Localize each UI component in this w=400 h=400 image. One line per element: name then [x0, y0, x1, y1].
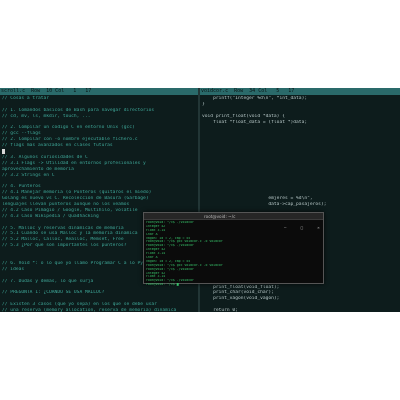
minimize-icon[interactable]: — — [283, 225, 288, 230]
left-status-bar: scroll.c Row 10 Col 1 17 — [0, 88, 198, 95]
terminal-window[interactable]: root@void: ~/c — □ ✕ root@void: ~/c$ ./v… — [143, 212, 324, 287]
text-cursor — [2, 149, 5, 155]
close-icon[interactable]: ✕ — [316, 225, 321, 230]
desktop-screen: scroll.c Row 10 Col 1 17 // Cosas a trat… — [0, 88, 400, 312]
terminal-line: root@void: ~/c$ █ — [146, 283, 179, 287]
code-line: return 0; — [202, 308, 238, 312]
terminal-title: root@void: ~/c — [204, 214, 236, 219]
code-line: // una reserva (memory allocation, reser… — [2, 308, 177, 312]
maximize-icon[interactable]: □ — [299, 225, 304, 230]
right-status-bar: voidcor.c Row 34 Col 5 17 — [200, 88, 400, 95]
terminal-titlebar[interactable]: root@void: ~/c — □ ✕ — [144, 213, 323, 230]
window-controls: — □ ✕ — [281, 214, 321, 233]
